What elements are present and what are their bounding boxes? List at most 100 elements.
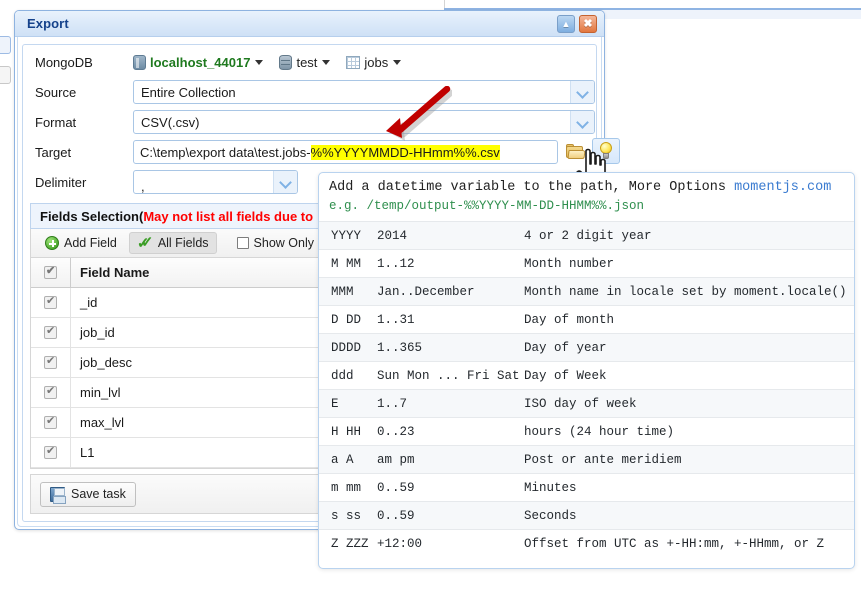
token-description-cell: Day of year [524, 333, 854, 362]
source-select-value: Entire Collection [141, 84, 236, 100]
lightbulb-icon [599, 142, 613, 160]
token-description-cell: Month name in locale set by moment.local… [524, 277, 854, 306]
close-button[interactable]: ✖ [579, 15, 597, 33]
mongodb-label: MongoDB [35, 54, 93, 70]
token-description-cell: 4 or 2 digit year [524, 221, 854, 250]
server-selector[interactable]: localhost_44017 [133, 54, 273, 70]
row-checkbox-cell[interactable] [31, 408, 71, 437]
token-row: ddd Sun Mon ... Fri Sat Day of Week [319, 361, 854, 390]
collapse-button[interactable]: ▲ [557, 15, 575, 33]
token-token-cell: E [319, 389, 377, 418]
token-description-cell: Offset from UTC as +-HH:mm, +-HHmm, or Z [524, 529, 854, 558]
checkbox-checked-icon[interactable] [44, 295, 57, 309]
token-token-cell: DDDD [319, 333, 377, 362]
all-fields-button[interactable]: ✓ ✓ All Fields [128, 232, 217, 254]
background-side-tab-lower[interactable] [0, 66, 11, 84]
token-description-cell: Post or ante meridiem [524, 445, 854, 474]
token-token-cell: a A [319, 445, 377, 474]
checkbox-icon[interactable] [236, 237, 249, 249]
column-header-field-name: Field Name [80, 265, 150, 280]
field-name-cell: min_lvl [80, 385, 121, 400]
chevron-down-icon[interactable] [273, 171, 297, 193]
target-input[interactable]: C:\temp\export data\test.jobs- %%YYYYMMDD… [133, 140, 558, 164]
token-token-cell: YYYY [319, 221, 377, 250]
format-label: Format [35, 114, 77, 130]
collection-selector[interactable]: jobs [346, 55, 411, 70]
chevron-down-icon[interactable] [570, 111, 594, 133]
token-example-cell: 1..12 [377, 249, 524, 278]
double-check-icon: ✓ ✓ [136, 234, 154, 252]
all-fields-label: All Fields [157, 236, 209, 250]
server-icon [133, 54, 146, 70]
chevron-down-icon[interactable] [322, 59, 331, 65]
token-example-cell: am pm [377, 445, 524, 474]
token-description-cell: Minutes [524, 473, 854, 502]
checkbox-checked-icon[interactable] [44, 445, 57, 459]
field-name-cell: _id [80, 295, 98, 310]
token-row: a Aam pm Post or ante meridiem [319, 445, 854, 474]
momentjs-link[interactable]: momentjs.com [734, 180, 831, 195]
row-checkbox-cell[interactable] [31, 378, 71, 407]
server-label: localhost_44017 [150, 54, 251, 70]
source-select-wrap: Entire Collection [133, 80, 595, 104]
token-row: H HH 0..23 hours (24 hour time) [319, 417, 854, 446]
row-checkbox-cell[interactable] [31, 288, 71, 317]
row-checkbox-cell[interactable] [31, 348, 71, 377]
background-side-tab-upper[interactable] [0, 36, 11, 54]
save-task-label: Save task [71, 487, 126, 501]
checkbox-checked-icon[interactable] [44, 355, 57, 369]
checkbox-checked-icon[interactable] [44, 415, 57, 429]
row-checkbox-cell[interactable] [31, 318, 71, 347]
row-checkbox-cell[interactable] [31, 468, 71, 469]
token-row: M MM 1..12 Month number [319, 249, 854, 278]
token-token-cell: s ss [319, 501, 377, 530]
close-icon: ✖ [583, 17, 593, 30]
dialog-titlebar[interactable]: Export ▲ ✖ [15, 11, 604, 37]
select-all-checkbox-cell[interactable] [31, 258, 71, 287]
format-select-wrap: CSV(.csv) [133, 110, 595, 134]
chevron-down-icon[interactable] [393, 59, 402, 65]
add-field-button[interactable]: Add Field [37, 232, 125, 254]
token-token-cell: Z ZZZ [319, 529, 377, 558]
token-row: E 1..7 ISO day of week [319, 389, 854, 418]
format-select[interactable]: CSV(.csv) [133, 110, 595, 134]
chevron-down-icon[interactable] [570, 81, 594, 103]
fields-selection-warning: May not list all fields due to [143, 208, 314, 224]
add-field-label: Add Field [64, 236, 117, 250]
token-token-cell: M MM [319, 249, 377, 278]
token-example-cell: 0..59 [377, 501, 524, 530]
field-name-cell: max_lvl [80, 415, 125, 430]
browse-button[interactable] [561, 138, 589, 164]
source-select[interactable]: Entire Collection [133, 80, 595, 104]
token-example-cell: 1..7 [377, 389, 524, 418]
form-row-target: Target C:\temp\export data\test.jobs- %%Y… [23, 137, 620, 167]
form-row-source: Source Entire Collection [23, 77, 596, 107]
row-checkbox-cell[interactable] [31, 438, 71, 467]
token-description-cell: hours (24 hour time) [524, 417, 854, 446]
chevron-down-icon[interactable] [255, 59, 264, 65]
target-path-text: C:\temp\export data\test.jobs- [140, 144, 311, 160]
delimiter-select[interactable]: , [133, 170, 298, 194]
token-description-cell: Day of month [524, 305, 854, 334]
token-example-cell: 1..365 [377, 333, 524, 362]
datetime-hint-button[interactable] [592, 138, 620, 164]
token-row: s ss 0..59 Seconds [319, 501, 854, 530]
plus-icon [45, 236, 59, 250]
save-task-button[interactable]: Save task [40, 481, 136, 507]
token-description-cell: Month number [524, 249, 854, 278]
field-name-cell: job_id [80, 325, 115, 340]
window-buttons: ▲ ✖ [557, 15, 597, 33]
token-example-cell: +12:00 [377, 529, 524, 558]
dialog-title: Export [27, 16, 69, 31]
token-example-cell: 1..31 [377, 305, 524, 334]
checkbox-checked-icon[interactable] [44, 385, 57, 399]
database-selector[interactable]: test [279, 54, 340, 70]
form-row-format: Format CSV(.csv) [23, 107, 596, 137]
datetime-help-popup: Add a datetime variable to the path, Mor… [318, 172, 855, 569]
checkbox-checked-icon[interactable] [44, 325, 57, 339]
collection-label: jobs [364, 54, 389, 70]
folder-icon [565, 143, 586, 159]
token-example-cell: 0..59 [377, 473, 524, 502]
form-row-mongodb: MongoDB localhost_44017 test jobs [23, 47, 596, 77]
checkbox-checked-icon[interactable] [44, 265, 57, 279]
